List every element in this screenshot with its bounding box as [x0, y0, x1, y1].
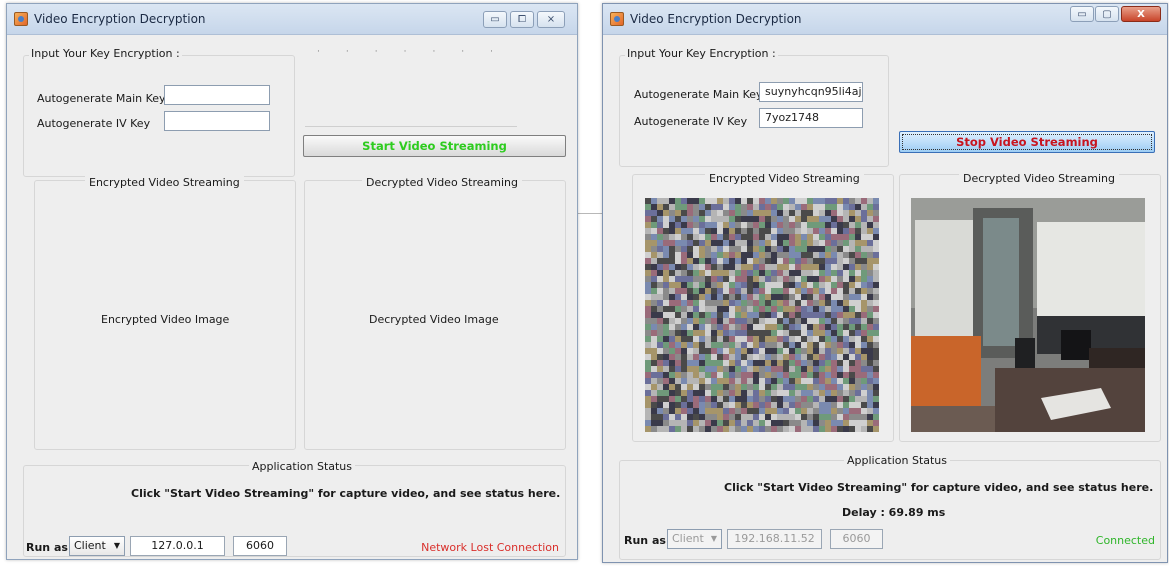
- main-key-field[interactable]: [164, 85, 270, 105]
- chevron-down-icon: ▼: [113, 541, 120, 550]
- left-content: Input Your Key Encryption : Autogenerate…: [7, 35, 577, 559]
- stop-video-streaming-button[interactable]: Stop Video Streaming: [899, 131, 1155, 153]
- maximize-button[interactable]: ▢: [1095, 6, 1119, 22]
- port-field[interactable]: 6060: [233, 536, 287, 556]
- decrypted-panel-title: Decrypted Video Streaming: [362, 176, 522, 189]
- key-group-title: Input Your Key Encryption :: [29, 47, 182, 60]
- key-group-title: Input Your Key Encryption :: [625, 47, 778, 60]
- right-title-bar[interactable]: Video Encryption Decryption ▭ ▢ X: [603, 4, 1167, 35]
- minimize-button[interactable]: ▭: [1070, 6, 1094, 22]
- encrypted-image-placeholder: Encrypted Video Image: [101, 313, 230, 326]
- main-key-label: Autogenerate Main Key :: [37, 92, 173, 105]
- backdrop-divider: [578, 213, 602, 214]
- java-app-icon: [14, 12, 28, 26]
- run-as-value: Client: [672, 532, 704, 545]
- window-title: Video Encryption Decryption: [34, 12, 206, 26]
- decrypted-video-frame: [911, 198, 1145, 432]
- connection-status: Network Lost Connection: [421, 541, 559, 554]
- status-message: Click "Start Video Streaming" for captur…: [131, 487, 561, 500]
- decrypted-panel-title: Decrypted Video Streaming: [959, 172, 1119, 185]
- iv-key-field[interactable]: [164, 111, 270, 131]
- encrypted-video-frame: [645, 198, 879, 432]
- chevron-down-icon: ▼: [710, 534, 717, 543]
- start-button-label: Start Video Streaming: [362, 139, 507, 153]
- maximize-button[interactable]: ⧠: [510, 11, 534, 28]
- status-title: Application Status: [249, 460, 356, 473]
- main-key-field[interactable]: suynyhcqn95li4aj: [759, 82, 863, 102]
- close-button[interactable]: ⨯: [537, 11, 565, 28]
- status-message: Click "Start Video Streaming" for captur…: [724, 481, 1154, 494]
- right-app-window: Video Encryption Decryption ▭ ▢ X Input …: [602, 3, 1168, 563]
- minimize-button[interactable]: ▭: [483, 11, 507, 28]
- status-title: Application Status: [844, 454, 951, 467]
- close-button[interactable]: X: [1121, 6, 1161, 22]
- run-as-dropdown[interactable]: Client ▼: [667, 529, 722, 549]
- run-as-dropdown[interactable]: Client ▼: [69, 536, 125, 556]
- separator-dots: ·······: [317, 47, 520, 57]
- stop-button-label: Stop Video Streaming: [956, 135, 1098, 149]
- java-app-icon: [610, 12, 624, 26]
- port-field[interactable]: 6060: [830, 529, 883, 549]
- connection-status: Connected: [1095, 534, 1155, 547]
- iv-key-label: Autogenerate IV Key :: [37, 117, 168, 130]
- left-title-bar[interactable]: Video Encryption Decryption ▭ ⧠ ⨯: [7, 4, 577, 35]
- decrypted-image-placeholder: Decrypted Video Image: [369, 313, 499, 326]
- encrypted-panel-title: Encrypted Video Streaming: [705, 172, 864, 185]
- main-key-label: Autogenerate Main Key :: [634, 88, 770, 101]
- ip-address-field[interactable]: 127.0.0.1: [130, 536, 225, 556]
- ip-address-field[interactable]: 192.168.11.52: [727, 529, 822, 549]
- iv-key-label: Autogenerate IV Key :: [634, 115, 765, 128]
- right-content: Input Your Key Encryption : Autogenerate…: [603, 35, 1167, 562]
- encrypted-panel-title: Encrypted Video Streaming: [85, 176, 244, 189]
- left-app-window: Video Encryption Decryption ▭ ⧠ ⨯ Input …: [6, 3, 578, 560]
- start-video-streaming-button[interactable]: Start Video Streaming: [303, 135, 566, 157]
- window-title: Video Encryption Decryption: [630, 12, 802, 26]
- delay-readout: Delay : 69.89 ms: [842, 506, 946, 519]
- run-as-value: Client: [74, 539, 106, 552]
- top-right-divider: [305, 126, 517, 127]
- iv-key-field[interactable]: 7yoz1748: [759, 108, 863, 128]
